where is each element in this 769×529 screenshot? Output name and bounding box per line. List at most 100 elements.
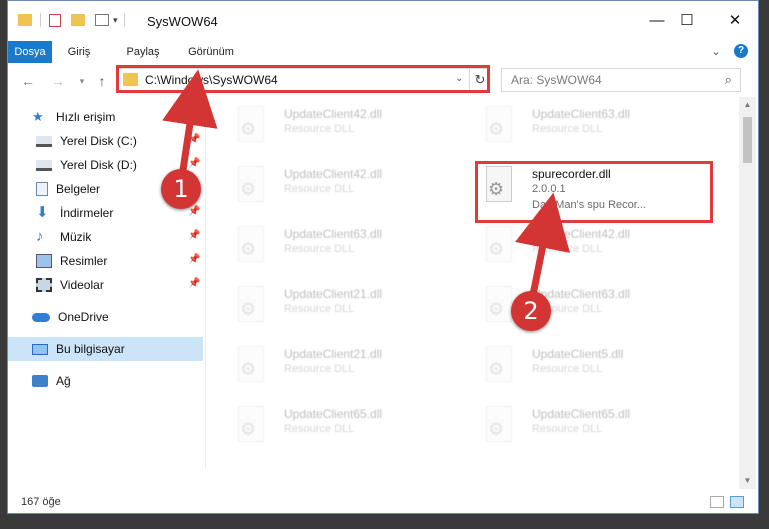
file-type: Resource DLL [532,243,603,255]
nav-item-music[interactable]: ♪ Müzik 📌 [8,225,203,249]
file-item[interactable]: ⚙ UpdateClient63.dll Resource DLL [462,101,702,157]
drive-icon [36,135,52,147]
tab-home[interactable]: Giriş [58,41,100,63]
pin-icon[interactable]: 📌 [188,278,200,289]
separator [123,13,125,27]
recent-locations-icon[interactable]: ▾ [72,71,92,91]
file-name: UpdateClient63.dll [284,227,383,241]
nav-label: Bu bilgisayar [56,342,125,356]
file-type: Resource DLL [284,123,355,135]
dll-file-icon: ⚙ [484,106,514,144]
nav-item-pictures[interactable]: Resimler 📌 [8,249,203,273]
maximize-button[interactable]: ☐ [672,9,702,33]
file-list: ⚙ UpdateClient42.dll Resource DLL ⚙ Upda… [205,97,740,469]
step-badge-2: 2 [511,291,551,331]
dll-file-icon: ⚙ [236,406,266,444]
nav-onedrive[interactable]: OneDrive [8,305,203,329]
scrollbar-thumb[interactable] [743,117,752,163]
file-item[interactable]: ⚙ UpdateClient63.dll Resource DLL [214,221,454,277]
file-highlight [475,161,713,223]
nav-label: Videolar [60,278,104,292]
file-type: Resource DLL [284,243,355,255]
file-name: UpdateClient21.dll [284,347,383,361]
title-bar: ▾ SysWOW64 — ☐ ✕ [8,1,758,41]
chevron-down-icon[interactable]: ▾ [113,15,118,26]
step-badge-1: 1 [161,169,201,209]
pin-icon[interactable]: 📌 [188,158,200,169]
new-folder-icon[interactable] [71,14,85,26]
search-input[interactable]: Ara: SysWOW64 ⌕ [501,68,741,92]
nav-label: Ağ [56,374,71,388]
drive-icon [36,159,52,171]
file-type: Resource DLL [284,303,355,315]
scroll-up-icon[interactable]: ▲ [739,97,756,113]
nav-label: Belgeler [56,182,101,196]
item-count: 167 öğe [21,496,61,508]
navigation-pane: ★ Hızlı erişim Yerel Disk (C:) 📌 Yerel D… [8,97,205,489]
dll-file-icon: ⚙ [236,166,266,204]
cloud-icon [32,312,50,322]
close-button[interactable]: ✕ [720,9,750,33]
separator [40,13,41,27]
file-type: Resource DLL [284,183,355,195]
ribbon-collapse-icon[interactable]: ⌄ [708,41,724,63]
address-bar-highlight [116,65,490,93]
file-name: UpdateClient21.dll [284,287,383,301]
file-item[interactable]: ⚙ UpdateClient5.dll Resource DLL [462,341,702,397]
file-name: UpdateClient5.dll [532,347,624,361]
dll-file-icon: ⚙ [236,106,266,144]
file-item[interactable]: ⚙ UpdateClient42.dll Resource DLL [214,101,454,157]
nav-label: Yerel Disk (D:) [60,158,137,172]
tab-file[interactable]: Dosya [8,41,52,63]
file-item[interactable]: ⚙ UpdateClient21.dll Resource DLL [214,341,454,397]
dll-file-icon: ⚙ [484,406,514,444]
back-arrow-icon[interactable]: ← [18,71,38,91]
nav-item-videos[interactable]: Videolar 📌 [8,273,203,297]
customize-view-icon[interactable] [95,14,109,26]
pin-icon[interactable]: 📌 [188,134,200,145]
file-item[interactable]: ⚙ UpdateClient21.dll Resource DLL [214,281,454,337]
dll-file-icon: ⚙ [236,226,266,264]
explorer-window: ▾ SysWOW64 — ☐ ✕ Dosya Giriş Paylaş Görü… [7,0,759,514]
up-arrow-icon[interactable]: ↑ [92,71,112,91]
nav-network[interactable]: Ağ [8,369,203,393]
file-item[interactable]: ⚙ UpdateClient63.dll Resource DLL [462,281,702,337]
nav-label: Resimler [60,254,108,268]
dll-file-icon: ⚙ [484,286,514,324]
dll-file-icon: ⚙ [236,286,266,324]
videos-icon [36,278,52,292]
file-item[interactable]: ⚙ UpdateClient65.dll Resource DLL [214,401,454,457]
large-icons-view-icon[interactable] [730,496,744,508]
search-placeholder: Ara: SysWOW64 [511,73,602,87]
nav-label: OneDrive [58,310,109,324]
nav-label: Müzik [60,230,92,244]
file-type: Resource DLL [284,363,355,375]
file-type: Resource DLL [532,423,603,435]
file-item[interactable]: ⚙ UpdateClient42.dll Resource DLL [462,221,702,277]
file-name: UpdateClient65.dll [532,407,631,421]
pin-icon[interactable]: 📌 [188,254,200,265]
file-item[interactable]: ⚙ UpdateClient65.dll Resource DLL [462,401,702,457]
minimize-button[interactable]: — [642,9,672,33]
nav-item-local-disk-c[interactable]: Yerel Disk (C:) 📌 [8,129,203,153]
tab-share[interactable]: Paylaş [116,41,170,63]
tab-view[interactable]: Görünüm [178,41,244,63]
pin-icon[interactable]: 📌 [188,206,200,217]
nav-this-pc[interactable]: Bu bilgisayar [8,337,203,361]
file-name: UpdateClient65.dll [284,407,383,421]
properties-icon[interactable] [49,13,61,27]
file-item[interactable]: ⚙ UpdateClient42.dll Resource DLL [214,161,454,217]
help-icon[interactable]: ? [734,44,748,58]
file-name: UpdateClient42.dll [532,227,631,241]
quick-access-toolbar: ▾ [18,13,125,27]
details-view-icon[interactable] [710,496,724,508]
network-icon [32,375,48,387]
documents-icon [36,182,48,196]
scroll-down-icon[interactable]: ▼ [739,473,756,489]
pin-icon[interactable]: 📌 [188,230,200,241]
nav-quick-access[interactable]: ★ Hızlı erişim [8,105,203,129]
search-icon[interactable]: ⌕ [725,72,732,88]
computer-icon [32,343,48,355]
forward-arrow-icon[interactable]: → [48,71,68,91]
vertical-scrollbar[interactable]: ▲ ▼ [739,97,756,489]
